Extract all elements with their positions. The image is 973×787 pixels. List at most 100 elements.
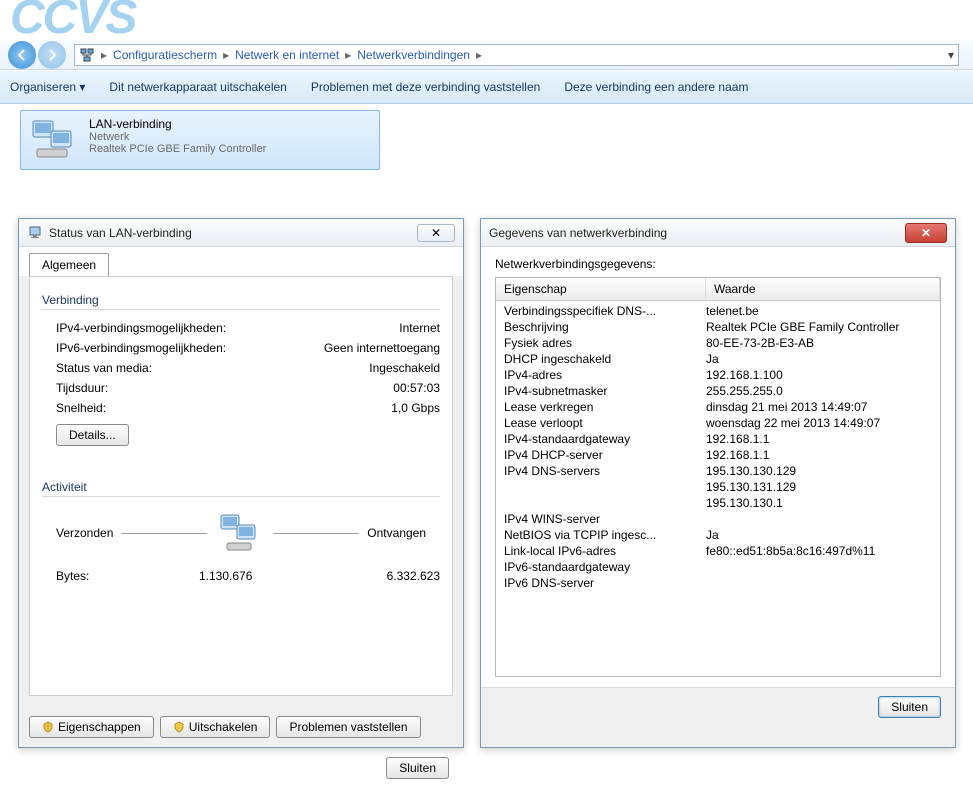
command-bar: Organiseren ▾ Dit netwerkapparaat uitsch… (0, 70, 973, 104)
title-bar: Gegevens van netwerkverbinding ✕ (481, 219, 955, 247)
details-row[interactable]: IPv4-subnetmasker255.255.255.0 (496, 383, 940, 399)
connection-device: Realtek PCIe GBE Family Controller (89, 143, 266, 155)
property-value: 255.255.255.0 (706, 384, 940, 398)
details-row[interactable]: 195.130.130.1 (496, 495, 940, 511)
breadcrumb-item[interactable]: Configuratiescherm (113, 48, 217, 62)
details-table: Eigenschap Waarde Verbindingsspecifiek D… (495, 277, 941, 677)
activity-icon (215, 511, 265, 555)
property-value: 195.130.131.129 (706, 480, 940, 494)
column-property[interactable]: Eigenschap (496, 278, 706, 300)
bytes-sent-value: 1.130.676 (199, 569, 252, 583)
diagnose-button[interactable]: Problemen met deze verbinding vaststelle… (311, 80, 540, 94)
diagnose-button[interactable]: Problemen vaststellen (276, 716, 420, 738)
ipv4-conn-value: Internet (399, 321, 440, 335)
column-value[interactable]: Waarde (706, 278, 940, 300)
separator-icon: ▸ (345, 48, 351, 62)
details-row[interactable]: Fysiek adres80-EE-73-2B-E3-AB (496, 335, 940, 351)
details-row[interactable]: Verbindingsspecifiek DNS-...telenet.be (496, 303, 940, 319)
close-button[interactable]: ✕ (905, 223, 947, 243)
forward-button[interactable] (38, 41, 66, 69)
property-name: Verbindingsspecifiek DNS-... (496, 304, 706, 318)
property-name: Link-local IPv6-adres (496, 544, 706, 558)
property-value (706, 512, 940, 526)
received-label: Ontvangen (367, 526, 426, 540)
property-value: fe80::ed51:8b5a:8c16:497d%11 (706, 544, 940, 558)
details-row[interactable]: BeschrijvingRealtek PCIe GBE Family Cont… (496, 319, 940, 335)
separator-icon: ▸ (476, 48, 482, 62)
duration-value: 00:57:03 (393, 381, 440, 395)
property-value (706, 576, 940, 590)
close-button[interactable]: Sluiten (878, 696, 941, 718)
details-row[interactable]: IPv4 DHCP-server192.168.1.1 (496, 447, 940, 463)
rename-button[interactable]: Deze verbinding een andere naam (564, 80, 748, 94)
back-button[interactable] (8, 41, 36, 69)
details-row[interactable]: IPv4 WINS-server (496, 511, 940, 527)
breadcrumb-item[interactable]: Netwerkverbindingen (357, 48, 470, 62)
close-button[interactable]: Sluiten (386, 757, 449, 779)
navigation-bar: ▸ Configuratiescherm ▸ Netwerk en intern… (0, 40, 973, 70)
property-value: 195.130.130.129 (706, 464, 940, 478)
media-state-value: Ingeschakeld (369, 361, 440, 375)
property-value: woensdag 22 mei 2013 14:49:07 (706, 416, 940, 430)
disable-button[interactable]: Uitschakelen (160, 716, 271, 738)
property-name (496, 480, 706, 494)
property-name: IPv4 DHCP-server (496, 448, 706, 462)
details-row[interactable]: IPv6-standaardgateway (496, 559, 940, 575)
details-row[interactable]: IPv4-adres192.168.1.100 (496, 367, 940, 383)
ipv6-conn-value: Geen internettoegang (324, 341, 440, 355)
ipv6-conn-label: IPv6-verbindingsmogelijkheden: (56, 341, 226, 355)
property-value: dinsdag 21 mei 2013 14:49:07 (706, 400, 940, 414)
property-value (706, 560, 940, 574)
bytes-received-value: 6.332.623 (387, 569, 440, 583)
details-row[interactable]: IPv4-standaardgateway192.168.1.1 (496, 431, 940, 447)
dropdown-icon[interactable]: ▾ (948, 48, 954, 62)
details-button[interactable]: Details... (56, 424, 129, 446)
organize-menu[interactable]: Organiseren ▾ (10, 80, 85, 94)
close-icon: ✕ (431, 226, 441, 240)
title-bar: Status van LAN-verbinding ✕ (19, 219, 463, 247)
bytes-label: Bytes: (56, 569, 89, 583)
dialog-title: Status van LAN-verbinding (49, 226, 417, 240)
address-bar[interactable]: ▸ Configuratiescherm ▸ Netwerk en intern… (74, 44, 959, 66)
property-value: Ja (706, 352, 940, 366)
details-row[interactable]: DHCP ingeschakeldJa (496, 351, 940, 367)
media-state-label: Status van media: (56, 361, 152, 375)
background-logo: CCVS (10, 0, 135, 45)
ipv4-conn-label: IPv4-verbindingsmogelijkheden: (56, 321, 226, 335)
shield-icon (173, 721, 185, 733)
property-name: DHCP ingeschakeld (496, 352, 706, 366)
dialog-title: Gegevens van netwerkverbinding (489, 226, 905, 240)
details-row[interactable]: IPv6 DNS-server (496, 575, 940, 591)
property-name: IPv4 WINS-server (496, 512, 706, 526)
details-row[interactable]: NetBIOS via TCPIP ingesc...Ja (496, 527, 940, 543)
property-name: IPv4-subnetmasker (496, 384, 706, 398)
details-label: Netwerkverbindingsgegevens: (495, 257, 941, 271)
property-value: telenet.be (706, 304, 940, 318)
speed-label: Snelheid: (56, 401, 106, 415)
details-row[interactable]: 195.130.131.129 (496, 479, 940, 495)
close-button[interactable]: ✕ (417, 224, 455, 242)
property-name: NetBIOS via TCPIP ingesc... (496, 528, 706, 542)
property-name: IPv6-standaardgateway (496, 560, 706, 574)
details-row[interactable]: Lease verkregendinsdag 21 mei 2013 14:49… (496, 399, 940, 415)
tab-general[interactable]: Algemeen (29, 253, 109, 276)
details-row[interactable]: IPv4 DNS-servers195.130.130.129 (496, 463, 940, 479)
property-name: Lease verkregen (496, 400, 706, 414)
property-value: Ja (706, 528, 940, 542)
duration-label: Tijdsduur: (56, 381, 108, 395)
properties-button[interactable]: Eigenschappen (29, 716, 154, 738)
details-dialog: Gegevens van netwerkverbinding ✕ Netwerk… (480, 218, 956, 748)
breadcrumb-item[interactable]: Netwerk en internet (235, 48, 339, 62)
connection-item[interactable]: LAN-verbinding Netwerk Realtek PCIe GBE … (20, 110, 380, 170)
shield-icon (42, 721, 54, 733)
details-row[interactable]: Link-local IPv6-adresfe80::ed51:8b5a:8c1… (496, 543, 940, 559)
property-value: 192.168.1.100 (706, 368, 940, 382)
disable-device-button[interactable]: Dit netwerkapparaat uitschakelen (109, 80, 286, 94)
details-row[interactable]: Lease verlooptwoensdag 22 mei 2013 14:49… (496, 415, 940, 431)
property-value: 192.168.1.1 (706, 432, 940, 446)
separator-icon: ▸ (101, 48, 107, 62)
property-name: IPv4 DNS-servers (496, 464, 706, 478)
chevron-down-icon: ▾ (79, 80, 85, 94)
network-icon (27, 225, 43, 241)
connection-network: Netwerk (89, 131, 266, 143)
